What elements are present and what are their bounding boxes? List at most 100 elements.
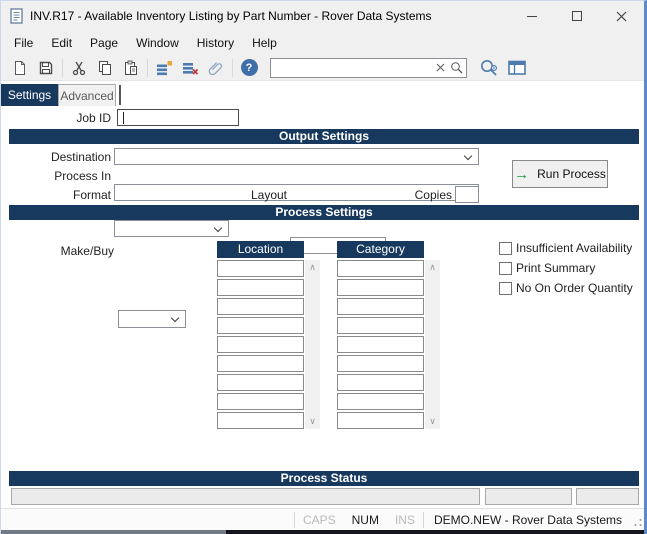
insert-row-button[interactable]: [151, 57, 177, 79]
checkbox-label: Print Summary: [516, 261, 595, 275]
application-window: INV.R17 - Available Inventory Listing by…: [0, 0, 647, 534]
search-icon[interactable]: [450, 61, 463, 74]
category-row-input[interactable]: [337, 279, 424, 296]
checkbox-label: Insufficient Availability: [516, 241, 632, 255]
category-row-input[interactable]: [337, 336, 424, 353]
category-row-input[interactable]: [337, 393, 424, 410]
category-row-input[interactable]: [337, 260, 424, 277]
copy-button[interactable]: [92, 57, 118, 79]
menu-item[interactable]: Window: [127, 33, 188, 53]
paste-clipboard-icon: [123, 60, 139, 76]
resize-grip[interactable]: [632, 509, 644, 530]
destination-label: Destination: [1, 150, 111, 164]
checkbox[interactable]: [499, 242, 512, 255]
category-row-input[interactable]: [337, 317, 424, 334]
location-row-input[interactable]: [217, 298, 304, 315]
layout-label: Layout: [231, 188, 287, 202]
menu-bar: FileEditPageWindowHistoryHelp: [1, 31, 644, 55]
tab-advanced[interactable]: Advanced: [58, 84, 116, 106]
cut-scissors-icon: [71, 60, 87, 76]
paste-button[interactable]: [118, 57, 144, 79]
checkbox[interactable]: [499, 262, 512, 275]
preview-search-button[interactable]: [475, 57, 503, 79]
job-id-label: Job ID: [1, 111, 111, 125]
menu-item[interactable]: History: [188, 33, 243, 53]
checkbox-row[interactable]: Insufficient Availability: [499, 241, 633, 255]
checkbox-row[interactable]: No On Order Quantity: [499, 281, 633, 295]
job-id-input[interactable]: [117, 109, 239, 126]
location-row-input[interactable]: [217, 355, 304, 372]
checkbox-label: No On Order Quantity: [516, 281, 633, 295]
run-process-label: Run Process: [537, 167, 606, 181]
title-bar: INV.R17 - Available Inventory Listing by…: [1, 1, 644, 31]
menu-item[interactable]: Edit: [42, 33, 81, 53]
location-scrollbar[interactable]: ∧ ∨: [305, 260, 320, 429]
save-button[interactable]: [33, 57, 59, 79]
process-status-field: [576, 488, 639, 505]
menu-item[interactable]: Page: [81, 33, 127, 53]
scroll-down-icon[interactable]: ∨: [309, 416, 316, 427]
attachment-button[interactable]: [203, 57, 229, 79]
run-process-button[interactable]: → Run Process: [512, 160, 608, 188]
location-list: [217, 260, 304, 431]
clear-search-icon[interactable]: [436, 63, 445, 72]
location-row-input[interactable]: [217, 393, 304, 410]
table-view-button[interactable]: [503, 57, 531, 79]
process-settings-header: Process Settings: [9, 205, 639, 220]
text-caret: [123, 112, 124, 124]
delete-row-button[interactable]: [177, 57, 203, 79]
close-button[interactable]: [599, 1, 644, 31]
location-row-input[interactable]: [217, 279, 304, 296]
location-row-input[interactable]: [217, 412, 304, 429]
maximize-button[interactable]: [554, 1, 599, 31]
category-row-input[interactable]: [337, 298, 424, 315]
desktop-edge-light: [1, 530, 226, 534]
maximize-icon: [572, 11, 582, 21]
session-context: DEMO.NEW - Rover Data Systems: [424, 513, 632, 527]
table-view-icon: [508, 60, 527, 76]
new-document-button[interactable]: [7, 57, 33, 79]
output-settings-header: Output Settings: [9, 129, 639, 144]
make-buy-label: Make/Buy: [1, 244, 114, 258]
cut-button[interactable]: [66, 57, 92, 79]
checkbox-row[interactable]: Print Summary: [499, 261, 633, 275]
location-row-input[interactable]: [217, 260, 304, 277]
window-title: INV.R17 - Available Inventory Listing by…: [30, 9, 432, 23]
scroll-up-icon[interactable]: ∧: [429, 262, 436, 273]
options-checkbox-group: Insufficient Availability Print Summary …: [499, 241, 633, 301]
category-column-header: Category: [337, 241, 424, 258]
scroll-up-icon[interactable]: ∧: [309, 262, 316, 273]
scroll-down-icon[interactable]: ∨: [429, 416, 436, 427]
paperclip-icon: [208, 60, 224, 76]
toolbar-separator: [62, 59, 63, 77]
location-row-input[interactable]: [217, 336, 304, 353]
tab-strip-edge: [119, 85, 121, 105]
category-row-input[interactable]: [337, 412, 424, 429]
destination-select[interactable]: [114, 148, 479, 165]
process-status-field: [485, 488, 572, 505]
menu-item[interactable]: Help: [243, 33, 286, 53]
help-button[interactable]: ?: [236, 57, 262, 79]
toolbar-separator: [147, 59, 148, 77]
desktop-edge-dark: [226, 530, 644, 534]
copies-input[interactable]: [455, 186, 479, 203]
location-row-input[interactable]: [217, 374, 304, 391]
chevron-down-icon: [464, 152, 472, 160]
preview-search-icon: [479, 59, 499, 77]
toolbar-separator: [232, 59, 233, 77]
make-buy-select[interactable]: [118, 310, 186, 328]
checkbox[interactable]: [499, 282, 512, 295]
minimize-icon: [527, 16, 537, 17]
category-row-input[interactable]: [337, 355, 424, 372]
process-in-label: Process In: [1, 169, 111, 183]
num-lock-indicator: NUM: [344, 513, 387, 527]
category-row-input[interactable]: [337, 374, 424, 391]
format-select[interactable]: [114, 220, 229, 237]
run-arrow-icon: →: [514, 167, 529, 182]
minimize-button[interactable]: [509, 1, 554, 31]
chevron-down-icon: [171, 314, 179, 322]
category-scrollbar[interactable]: ∧ ∨: [425, 260, 440, 429]
menu-item[interactable]: File: [5, 33, 42, 53]
location-row-input[interactable]: [217, 317, 304, 334]
tab-settings[interactable]: Settings: [1, 84, 58, 106]
